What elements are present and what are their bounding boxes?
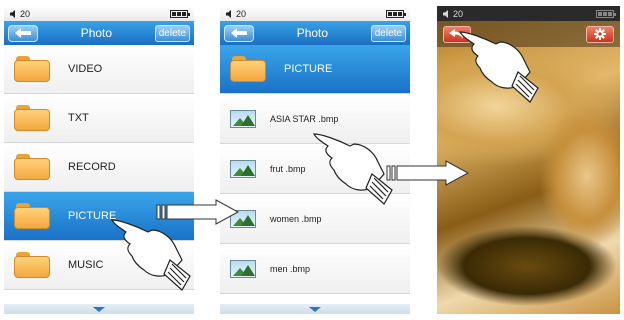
status-bar: 20 bbox=[4, 6, 194, 21]
back-button[interactable] bbox=[8, 24, 38, 42]
speaker-icon bbox=[226, 9, 234, 18]
file-label: women .bmp bbox=[270, 213, 322, 224]
file-label: ASIA STAR .bmp bbox=[270, 113, 339, 124]
folder-header-label: PICTURE bbox=[284, 63, 333, 75]
gear-icon bbox=[594, 28, 606, 40]
list-item-label: MUSIC bbox=[68, 259, 104, 271]
scroll-down-indicator[interactable] bbox=[220, 304, 410, 314]
status-bar: 20 bbox=[220, 6, 410, 21]
settings-button[interactable] bbox=[586, 25, 614, 43]
battery-icon bbox=[386, 9, 406, 18]
speaker-icon bbox=[10, 9, 18, 18]
status-bar: 20 bbox=[437, 6, 620, 21]
list-item-label: RECORD bbox=[68, 161, 116, 173]
volume-indicator: 20 bbox=[10, 9, 30, 19]
back-arrow-icon bbox=[15, 28, 31, 38]
folder-icon bbox=[230, 56, 266, 82]
file-item[interactable]: men .bmp bbox=[220, 244, 410, 294]
file-label: frut .bmp bbox=[270, 163, 306, 174]
image-file-icon bbox=[230, 259, 256, 278]
list-item-video[interactable]: VIDEO bbox=[4, 45, 194, 94]
battery-icon bbox=[596, 9, 616, 18]
scroll-down-indicator[interactable] bbox=[4, 304, 194, 314]
delete-button[interactable]: delete bbox=[154, 24, 190, 42]
chevron-down-icon bbox=[93, 306, 105, 312]
back-arrow-icon bbox=[231, 28, 247, 38]
battery-icon bbox=[170, 9, 190, 18]
pointing-hand-icon bbox=[111, 219, 191, 291]
title-bar: Photo delete bbox=[4, 21, 194, 45]
folder-icon bbox=[14, 56, 50, 82]
image-file-icon bbox=[230, 109, 256, 128]
folder-header-picture[interactable]: PICTURE bbox=[220, 45, 410, 94]
delete-button[interactable]: delete bbox=[370, 24, 406, 42]
title-bar: Photo delete bbox=[220, 21, 410, 45]
pointing-hand-icon bbox=[459, 31, 539, 103]
image-file-icon bbox=[230, 159, 256, 178]
pointing-hand-icon bbox=[313, 133, 393, 205]
back-button[interactable] bbox=[224, 24, 254, 42]
page-title: Photo bbox=[80, 26, 113, 40]
list-item-label: VIDEO bbox=[68, 63, 103, 75]
folder-icon bbox=[14, 105, 50, 131]
page-title: Photo bbox=[296, 26, 329, 40]
volume-level: 20 bbox=[20, 8, 31, 19]
file-label: men .bmp bbox=[270, 263, 311, 274]
volume-level: 20 bbox=[453, 8, 464, 19]
chevron-down-icon bbox=[309, 306, 321, 312]
transition-arrow-icon bbox=[386, 160, 470, 186]
volume-indicator: 20 bbox=[226, 9, 246, 19]
list-item-label: TXT bbox=[68, 112, 89, 124]
volume-level: 20 bbox=[236, 8, 247, 19]
list-item-record[interactable]: RECORD bbox=[4, 143, 194, 192]
folder-icon bbox=[14, 252, 50, 278]
volume-indicator: 20 bbox=[443, 9, 463, 19]
folder-icon bbox=[14, 203, 50, 229]
folder-icon bbox=[14, 154, 50, 180]
list-item-txt[interactable]: TXT bbox=[4, 94, 194, 143]
speaker-icon bbox=[443, 9, 451, 18]
